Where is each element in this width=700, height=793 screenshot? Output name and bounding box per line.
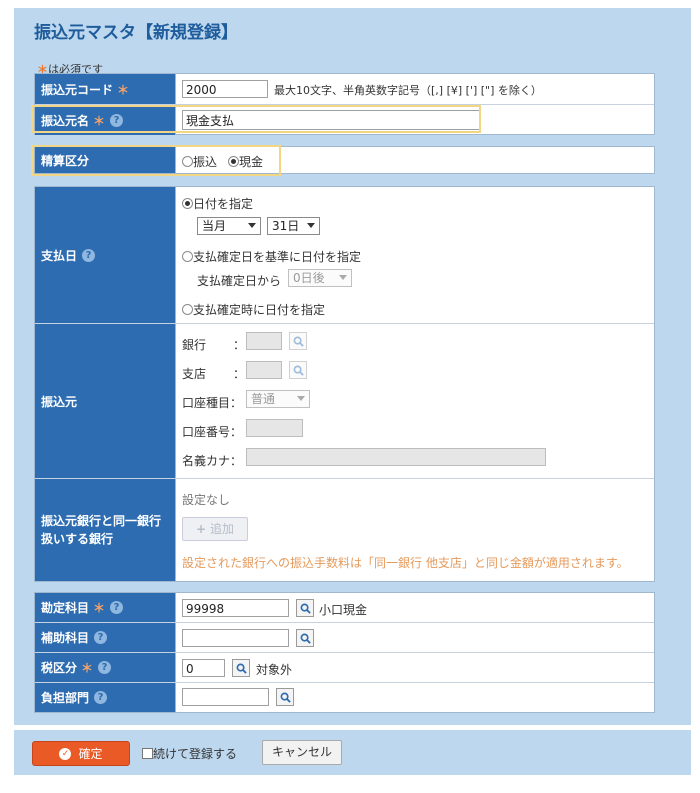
row-code: 振込元コード ＊ 2000 最大10文字、半角英数字記号（[,] [¥] [']… <box>35 74 654 105</box>
code-label: 振込元コード ＊ <box>35 74 176 104</box>
checkbox-icon[interactable] <box>142 748 153 759</box>
confirm-button[interactable]: ✓ 確定 <box>32 741 130 766</box>
source-cell: 銀行 ： 支店 ： 口座種目： 普通 口座番号： 名義カナ： <box>176 324 654 478</box>
search-icon <box>300 633 311 644</box>
branch-input[interactable] <box>246 361 282 379</box>
required-mark: ＊ <box>93 601 106 615</box>
sub-account-label: 補助科目 ? <box>35 623 176 652</box>
page-title: 振込元マスタ【新規登録】 <box>34 23 238 43</box>
row-source: 振込元 銀行 ： 支店 ： 口座種目： 普通 口座番号： 名義カナ： <box>35 324 654 479</box>
form-panel: 振込元マスタ【新規登録】 ＊は必須です 振込元コード ＊ 2000 最大10文字… <box>14 8 691 775</box>
branch-colon: ： <box>233 367 246 381</box>
sub-account-cell <box>176 623 654 652</box>
sub-account-search-button[interactable] <box>296 629 314 647</box>
account-number-input[interactable] <box>246 419 303 437</box>
row-same-bank: 振込元銀行と同一銀行 扱いする銀行 設定なし + 追加 設定された銀行への振込手数… <box>35 479 654 581</box>
settlement-row-highlight <box>31 145 281 176</box>
payment-date-option-on-confirm[interactable]: 支払確定時に日付を指定 <box>182 301 325 318</box>
radio-selected-icon[interactable] <box>182 198 193 209</box>
chevron-down-icon <box>248 223 256 228</box>
account-input[interactable]: 99998 <box>182 599 289 617</box>
tax-desc: 対象外 <box>256 663 293 677</box>
from-confirm-label: 支払確定日から <box>197 274 282 288</box>
account-type-select[interactable]: 普通 <box>246 390 310 408</box>
same-bank-cell: 設定なし + 追加 設定された銀行への振込手数料は「同一銀行 他支店」と同じ金額が… <box>176 479 654 581</box>
same-bank-none-text: 設定なし <box>182 493 231 507</box>
code-value-cell: 2000 最大10文字、半角英数字記号（[,] [¥] ['] ["] を除く） <box>176 74 654 104</box>
help-icon[interactable]: ? <box>94 691 108 704</box>
name-row-highlight <box>31 105 481 133</box>
help-icon[interactable]: ? <box>94 631 108 644</box>
bank-input[interactable] <box>246 332 282 350</box>
radio-icon[interactable] <box>182 304 193 315</box>
payment-date-cell: 日付を指定 当月 31日 支払確定日を基準に日付を指定 支払確定日から 0日後 … <box>176 187 654 323</box>
payment-date-option-relative[interactable]: 支払確定日を基準に日付を指定 <box>182 248 361 265</box>
account-label: 勘定科目 ＊ ? <box>35 593 176 622</box>
source-label: 振込元 <box>35 324 176 478</box>
chevron-down-icon <box>297 396 305 401</box>
code-input[interactable]: 2000 <box>182 80 268 98</box>
account-number-label: 口座番号： <box>182 425 243 439</box>
branch-search-button[interactable] <box>289 361 307 379</box>
account-search-button[interactable] <box>296 599 314 617</box>
department-input[interactable] <box>182 688 269 706</box>
same-bank-note: 設定された銀行への振込手数料は「同一銀行 他支店」と同じ金額が適用されます。 <box>182 556 629 570</box>
search-icon <box>300 603 311 614</box>
branch-label: 支店 <box>182 367 207 381</box>
tax-cell: 0 対象外 <box>176 653 654 682</box>
chevron-down-icon <box>339 275 347 280</box>
help-icon[interactable]: ? <box>110 601 124 614</box>
tax-search-button[interactable] <box>232 659 250 677</box>
add-bank-button[interactable]: + 追加 <box>182 517 248 541</box>
account-name-label: 名義カナ： <box>182 454 243 468</box>
chevron-down-icon <box>307 223 315 228</box>
payment-date-label: 支払日 ? <box>35 187 176 323</box>
department-cell <box>176 683 654 712</box>
row-tax: 税区分 ＊ ? 0 対象外 <box>35 653 654 683</box>
department-label: 負担部門 ? <box>35 683 176 712</box>
days-after-select[interactable]: 0日後 <box>288 269 352 287</box>
help-icon[interactable]: ? <box>98 661 112 674</box>
check-icon: ✓ <box>59 747 72 760</box>
payment-table: 支払日 ? 日付を指定 当月 31日 支払確定日を基準に日付を指定 支払確定日か… <box>34 186 655 582</box>
search-icon <box>236 663 247 674</box>
account-cell: 99998 小口現金 <box>176 593 654 622</box>
search-icon <box>293 365 304 376</box>
account-desc: 小口現金 <box>319 603 368 617</box>
row-sub-account: 補助科目 ? <box>35 623 654 653</box>
search-icon <box>293 336 304 347</box>
search-icon <box>280 692 291 703</box>
month-select[interactable]: 当月 <box>197 217 261 235</box>
account-type-label: 口座種目： <box>182 396 243 410</box>
required-mark: ＊ <box>81 661 94 675</box>
tax-input[interactable]: 0 <box>182 659 225 677</box>
row-account: 勘定科目 ＊ ? 99998 小口現金 <box>35 593 654 623</box>
bank-label: 銀行 <box>182 338 207 352</box>
accounts-table: 勘定科目 ＊ ? 99998 小口現金 補助科目 ? 税区分 ＊ ? 0 対象外… <box>34 592 655 713</box>
tax-label: 税区分 ＊ ? <box>35 653 176 682</box>
row-payment-date: 支払日 ? 日付を指定 当月 31日 支払確定日を基準に日付を指定 支払確定日か… <box>35 187 654 324</box>
bank-search-button[interactable] <box>289 332 307 350</box>
payment-date-option-specify[interactable]: 日付を指定 <box>182 195 253 212</box>
plus-icon: + <box>195 522 207 536</box>
bank-colon: ： <box>233 338 246 352</box>
cancel-button[interactable]: キャンセル <box>262 740 342 765</box>
continue-register-checkbox[interactable]: 続けて登録する <box>142 745 237 762</box>
radio-icon[interactable] <box>182 251 193 262</box>
help-icon[interactable]: ? <box>82 248 96 262</box>
same-bank-label: 振込元銀行と同一銀行 扱いする銀行 <box>35 479 176 581</box>
department-search-button[interactable] <box>276 688 294 706</box>
required-mark: ＊ <box>117 82 130 97</box>
sub-account-input[interactable] <box>182 629 289 647</box>
account-name-input[interactable] <box>246 448 546 466</box>
footer-divider <box>14 725 691 730</box>
code-hint: 最大10文字、半角英数字記号（[,] [¥] ['] ["] を除く） <box>274 84 542 97</box>
row-department: 負担部門 ? <box>35 683 654 712</box>
day-select[interactable]: 31日 <box>267 217 320 235</box>
